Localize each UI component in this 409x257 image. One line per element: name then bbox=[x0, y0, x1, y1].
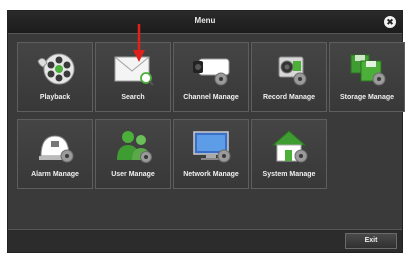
tile-label: Channel Manage bbox=[183, 94, 239, 101]
tile-label: System Manage bbox=[262, 171, 316, 178]
menu-grid: Playback Search Channel Manage Record Ma… bbox=[8, 34, 405, 231]
exit-button[interactable]: Exit bbox=[345, 233, 397, 249]
title-bar: Menu ✖ bbox=[8, 11, 402, 34]
footer-bar: Exit bbox=[8, 229, 402, 252]
film-reel-icon bbox=[37, 53, 75, 85]
tile-label: Storage Manage bbox=[339, 94, 395, 101]
tile-label: Record Manage bbox=[262, 94, 316, 101]
tile-label: User Manage bbox=[111, 171, 155, 178]
tile-storage-manage[interactable]: Storage Manage bbox=[329, 42, 405, 112]
tile-alarm-manage[interactable]: Alarm Manage bbox=[17, 119, 93, 189]
red-arrow-icon bbox=[133, 24, 145, 62]
tile-label: Playback bbox=[39, 94, 71, 101]
tile-network-manage[interactable]: Network Manage bbox=[173, 119, 249, 189]
tile-channel-manage[interactable]: Channel Manage bbox=[173, 42, 249, 112]
close-button[interactable]: ✖ bbox=[384, 16, 396, 28]
users-gear-icon bbox=[117, 131, 152, 163]
window-title: Menu bbox=[194, 16, 216, 25]
tile-label: Alarm Manage bbox=[31, 171, 79, 178]
floppy-disk-gear-icon bbox=[350, 54, 386, 86]
menu-window: Menu ✖ Playback Search Channel Manage Re… bbox=[7, 10, 405, 253]
tile-user-manage[interactable]: User Manage bbox=[95, 119, 171, 189]
alarm-gear-icon bbox=[39, 135, 74, 163]
tile-record-manage[interactable]: Record Manage bbox=[251, 42, 327, 112]
house-gear-icon bbox=[271, 130, 308, 163]
tile-playback[interactable]: Playback bbox=[17, 42, 93, 112]
tile-label: Search bbox=[121, 94, 145, 101]
camcorder-gear-icon bbox=[278, 56, 307, 86]
monitor-gear-icon bbox=[193, 131, 231, 163]
tile-label: Network Manage bbox=[183, 171, 239, 178]
camera-gear-icon bbox=[193, 58, 230, 86]
tile-system-manage[interactable]: System Manage bbox=[251, 119, 327, 189]
